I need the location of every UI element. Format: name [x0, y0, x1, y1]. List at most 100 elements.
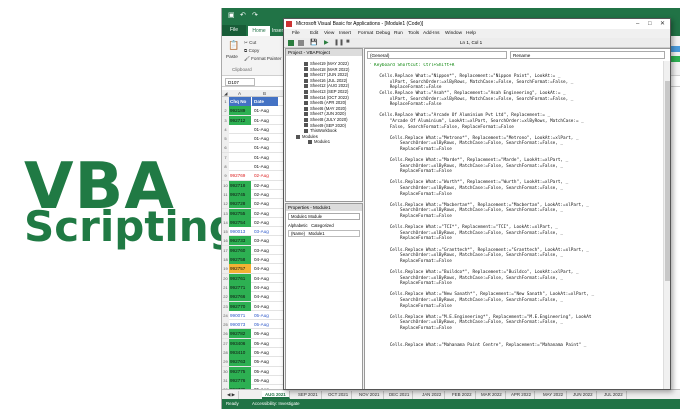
cell-date[interactable]: 05-Aug: [252, 311, 278, 320]
row-number[interactable]: 27: [222, 338, 229, 348]
code-editor[interactable]: ' Keyboard Shortcut: Ctrl+Shift+R Cells.…: [369, 63, 664, 389]
row-number[interactable]: 4: [222, 124, 229, 134]
cell-chq-no[interactable]: 992712: [229, 115, 251, 125]
menu-item[interactable]: Edit: [310, 29, 318, 38]
cell-date[interactable]: 01-Aug: [252, 143, 278, 152]
project-tree-item[interactable]: Sheet13 (SEP 2022): [304, 89, 348, 94]
cell-date[interactable]: 01-Aug: [252, 162, 278, 171]
scrollbar-thumb[interactable]: [665, 81, 670, 281]
cell-date[interactable]: 01-Aug: [252, 116, 278, 125]
row-number[interactable]: 29: [222, 357, 229, 367]
cell-date[interactable]: 05-Aug: [252, 367, 278, 376]
row-number[interactable]: 13: [222, 208, 229, 218]
cell-date[interactable]: 01-Aug: [252, 125, 278, 134]
project-tree-item[interactable]: Sheet17 (JUN 2022): [304, 72, 348, 77]
cell-date[interactable]: 02-Aug: [252, 199, 278, 208]
row-number[interactable]: 19: [222, 264, 229, 274]
cell-date[interactable]: 05-Aug: [252, 348, 278, 357]
corner-select-all[interactable]: ◢: [224, 90, 228, 97]
cell-date[interactable]: 05-Aug: [252, 357, 278, 366]
cell-chq-no[interactable]: 992763: [229, 357, 251, 367]
cell-chq-no[interactable]: 992760: [229, 245, 251, 255]
cell-date[interactable]: 02-Aug: [252, 209, 278, 218]
cell-chq-no[interactable]: 992770: [229, 301, 251, 311]
cell-date[interactable]: 01-Aug: [252, 106, 278, 115]
row-number[interactable]: 12: [222, 199, 229, 209]
sheet-tab[interactable]: SEP 2021: [295, 391, 322, 399]
cell-date[interactable]: 04-Aug: [252, 274, 278, 283]
cell-chq-no[interactable]: 993410: [229, 348, 251, 358]
row-number[interactable]: 26: [222, 329, 229, 339]
row-number[interactable]: 28: [222, 348, 229, 358]
cell-chq-no[interactable]: [229, 153, 251, 162]
project-tree-item[interactable]: Sheet12 (AUG 2022): [304, 83, 349, 88]
row-number[interactable]: 30: [222, 366, 229, 376]
project-tree-item[interactable]: Sheet16 (JUL 2022): [304, 78, 347, 83]
row-number[interactable]: 31: [222, 375, 229, 385]
cell-date[interactable]: 02-Aug: [252, 181, 278, 190]
pause-icon[interactable]: ❚❚: [334, 39, 344, 46]
cell-chq-no[interactable]: 992776: [229, 375, 251, 385]
cell-chq-no[interactable]: 992733: [229, 236, 251, 246]
menu-item[interactable]: Window: [445, 29, 462, 38]
paste-button[interactable]: Paste: [226, 54, 238, 59]
cell-date[interactable]: 04-Aug: [252, 283, 278, 292]
format-painter-button[interactable]: 🖌 Format Painter: [244, 56, 282, 62]
cell-chq-no[interactable]: 992757: [229, 264, 251, 274]
cell-date[interactable]: 03-Aug: [252, 246, 278, 255]
row-number[interactable]: 7: [222, 152, 229, 162]
row-number[interactable]: 16: [222, 236, 229, 246]
cell-chq-no[interactable]: 990071: [229, 311, 251, 320]
cell-chq-no[interactable]: [229, 125, 251, 134]
sheet-tab[interactable]: JAN 2022: [419, 391, 446, 399]
status-accessibility[interactable]: Accessibility: Investigate: [252, 399, 300, 409]
cut-button[interactable]: ✂ Cut: [244, 40, 256, 46]
properties-object-select[interactable]: Module1 Module: [288, 213, 360, 220]
menu-item[interactable]: Add-Ins: [423, 29, 440, 38]
row-number[interactable]: 10: [222, 180, 229, 190]
project-tree-item[interactable]: Sheet7 (JUN 2020): [304, 111, 346, 116]
menu-item[interactable]: File: [292, 29, 300, 38]
column-header-b[interactable]: B: [263, 90, 266, 97]
cell-chq-no[interactable]: 992718: [229, 180, 251, 190]
row-number[interactable]: 6: [222, 143, 229, 153]
row-number[interactable]: 8: [222, 162, 229, 172]
cell-date[interactable]: 05-Aug: [252, 320, 278, 329]
menu-item[interactable]: Insert: [339, 29, 351, 38]
tab-home[interactable]: Home: [248, 26, 270, 36]
sheet-tab[interactable]: FEB 2022: [449, 391, 476, 399]
cell-chq-no[interactable]: [229, 134, 251, 143]
row-number[interactable]: 18: [222, 255, 229, 265]
row-number[interactable]: 5: [222, 134, 229, 144]
sheet-scroll-arrows-icon[interactable]: ◀ ▶: [224, 391, 239, 399]
sheet-tab[interactable]: JUL 2022: [601, 391, 627, 399]
cell-date[interactable]: 04-Aug: [252, 292, 278, 301]
row-number[interactable]: 22: [222, 292, 229, 302]
project-tree-item[interactable]: Module1: [308, 139, 330, 144]
row-number[interactable]: 17: [222, 245, 229, 255]
paste-icon[interactable]: 📋: [228, 40, 239, 51]
row-number[interactable]: 9: [222, 171, 229, 181]
sheet-tab[interactable]: MAY 2022: [540, 391, 568, 399]
cell-date[interactable]: 01-Aug: [252, 153, 278, 162]
cell-chq-no[interactable]: 992775: [229, 366, 251, 376]
cell-date[interactable]: 02-Aug: [252, 190, 278, 199]
row-number[interactable]: 25: [222, 320, 229, 330]
cell-chq-no[interactable]: 992754: [229, 217, 251, 227]
menu-item[interactable]: Debug: [376, 29, 390, 38]
cell-chq-no[interactable]: [229, 143, 251, 152]
procedure-dropdown[interactable]: Rename: [510, 51, 665, 59]
cell-chq-no[interactable]: 992755: [229, 208, 251, 218]
cell-chq-no[interactable]: 992771: [229, 282, 251, 292]
row-number[interactable]: 3: [222, 115, 229, 125]
cell-chq-no[interactable]: 992745: [229, 189, 251, 199]
row-number[interactable]: 1: [222, 97, 229, 106]
object-dropdown[interactable]: (General): [367, 51, 507, 59]
cell-date[interactable]: 05-Aug: [252, 329, 278, 338]
sheet-tab[interactable]: JUN 2022: [570, 391, 597, 399]
tab-alphabetic[interactable]: Alphabetic: [288, 223, 308, 228]
property-value[interactable]: Module1: [308, 231, 324, 236]
project-tree-item[interactable]: Sheet5 (APR 2020): [304, 100, 346, 105]
code-line[interactable]: Cells.Replace What:="Mahanama Paint Cent…: [369, 343, 664, 349]
header-chq-no[interactable]: Chq No: [229, 97, 251, 106]
